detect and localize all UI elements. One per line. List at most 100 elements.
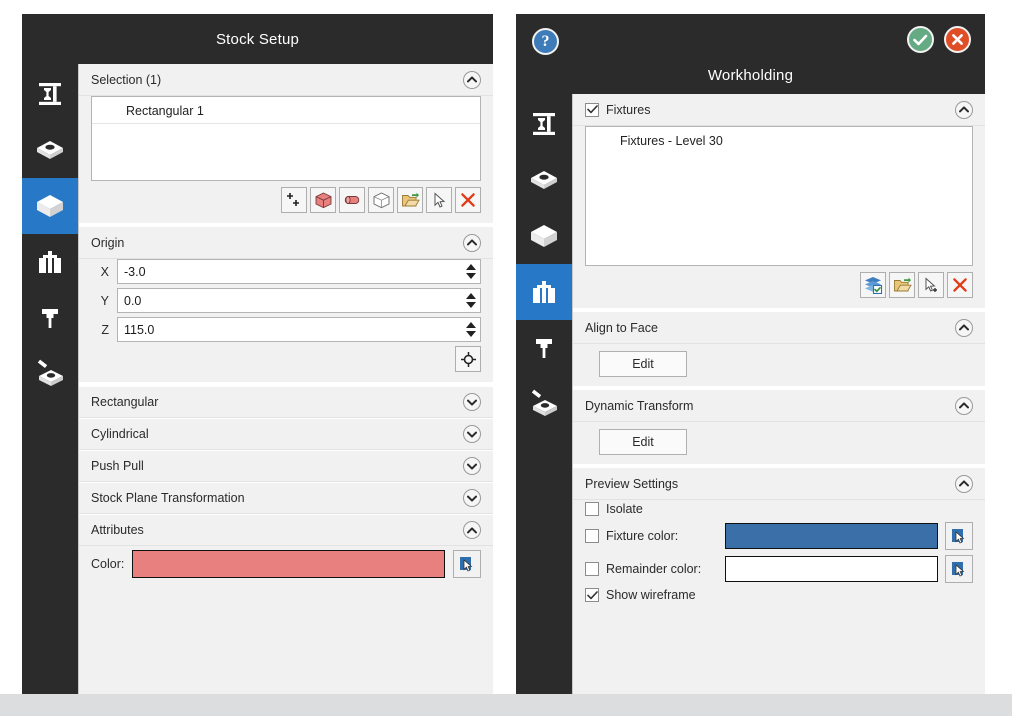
- import-stock-button[interactable]: [397, 187, 423, 213]
- origin-x-stepper[interactable]: [117, 259, 481, 284]
- origin-y-input[interactable]: [118, 289, 480, 312]
- origin-z-row: Z: [91, 317, 481, 342]
- chevron-down-icon[interactable]: [463, 425, 481, 443]
- origin-z-input[interactable]: [118, 318, 480, 341]
- fixture-color-picker-button[interactable]: [945, 522, 973, 550]
- fixtures-checkbox[interactable]: [585, 102, 599, 117]
- section-stock-plane-transformation-title: Stock Plane Transformation: [91, 491, 245, 505]
- chevron-up-icon[interactable]: [463, 233, 481, 252]
- delete-button[interactable]: [947, 272, 973, 298]
- origin-z-stepper[interactable]: [117, 317, 481, 342]
- section-align-to-face-header[interactable]: Align to Face: [573, 312, 985, 344]
- chevron-up-icon[interactable]: [463, 521, 481, 539]
- chevron-up-icon[interactable]: [955, 100, 973, 119]
- origin-z-arrows[interactable]: [466, 318, 476, 341]
- model-icon: [37, 141, 63, 159]
- selection-listbox[interactable]: Rectangular 1: [91, 96, 481, 181]
- chevron-down-icon[interactable]: [463, 489, 481, 507]
- origin-pick-button[interactable]: [455, 346, 481, 372]
- fixture-color-swatch[interactable]: [724, 523, 938, 549]
- align-to-face-edit-button[interactable]: Edit: [599, 351, 687, 377]
- accept-icon[interactable]: [907, 26, 934, 53]
- isolate-checkbox[interactable]: [585, 502, 599, 516]
- section-dynamic-transform-title: Dynamic Transform: [585, 398, 694, 413]
- chevron-down-icon[interactable]: [463, 393, 481, 411]
- section-preview-settings-header[interactable]: Preview Settings: [573, 468, 985, 500]
- section-selection-body: Rectangular 1: [79, 96, 493, 223]
- box-stock-button[interactable]: [310, 187, 336, 213]
- sidebar-item-workholding[interactable]: [22, 234, 78, 290]
- section-origin-body: X Y: [79, 259, 493, 382]
- fixture-color-row: Fixture color:: [585, 522, 973, 550]
- isolate-row: Isolate: [585, 502, 973, 516]
- arrow-down-icon[interactable]: [466, 331, 476, 337]
- left-navigation-rail: [22, 64, 78, 694]
- help-button[interactable]: ?: [532, 28, 559, 55]
- arrow-down-icon[interactable]: [466, 302, 476, 308]
- select-cursor-button[interactable]: [426, 187, 452, 213]
- select-layers-button[interactable]: [860, 272, 886, 298]
- pick-fixture-button[interactable]: [918, 272, 944, 298]
- arrow-down-icon[interactable]: [466, 273, 476, 279]
- arrow-up-icon[interactable]: [466, 322, 476, 328]
- section-fixtures-header[interactable]: Fixtures: [573, 94, 985, 126]
- help-icon[interactable]: ?: [532, 28, 559, 55]
- origin-y-arrows[interactable]: [466, 289, 476, 312]
- chevron-up-icon[interactable]: [463, 70, 481, 89]
- stock-color-swatch[interactable]: [132, 550, 445, 578]
- list-item[interactable]: Rectangular 1: [92, 101, 480, 121]
- section-rectangular-header[interactable]: Rectangular: [79, 386, 493, 418]
- sidebar-item-tool[interactable]: [22, 290, 78, 346]
- section-attributes-header[interactable]: Attributes: [79, 514, 493, 546]
- sidebar-item-workholding[interactable]: [516, 264, 572, 320]
- chevron-down-icon[interactable]: [463, 457, 481, 475]
- fixtures-listbox[interactable]: Fixtures - Level 30: [585, 126, 973, 266]
- list-item[interactable]: Fixtures - Level 30: [586, 131, 972, 151]
- dynamic-transform-edit-button[interactable]: Edit: [599, 429, 687, 455]
- delete-button[interactable]: [455, 187, 481, 213]
- add-icon-button[interactable]: [281, 187, 307, 213]
- remainder-color-picker-button[interactable]: [945, 555, 973, 583]
- section-attributes-title: Attributes: [91, 523, 144, 537]
- origin-x-input[interactable]: [118, 260, 480, 283]
- section-dynamic-transform-header[interactable]: Dynamic Transform: [573, 390, 985, 422]
- sidebar-item-setup[interactable]: [516, 96, 572, 152]
- fixture-color-checkbox[interactable]: [585, 529, 599, 543]
- open-folder-icon: [893, 277, 912, 291]
- arrow-up-icon[interactable]: [466, 264, 476, 270]
- remainder-color-checkbox[interactable]: [585, 562, 599, 576]
- box-stock-icon: [315, 192, 331, 208]
- section-push-pull-header[interactable]: Push Pull: [79, 450, 493, 482]
- tool-icon: [42, 309, 58, 328]
- mesh-stock-button[interactable]: [368, 187, 394, 213]
- chevron-up-icon[interactable]: [955, 318, 973, 337]
- remainder-color-label: Remainder color:: [606, 562, 702, 576]
- section-stock-plane-transformation-header[interactable]: Stock Plane Transformation: [79, 482, 493, 514]
- sidebar-item-setup[interactable]: [22, 66, 78, 122]
- show-wireframe-checkbox[interactable]: [585, 588, 599, 602]
- cancel-icon[interactable]: [944, 26, 971, 53]
- sidebar-item-machining[interactable]: [22, 346, 78, 402]
- section-origin-header[interactable]: Origin: [79, 227, 493, 259]
- section-cylindrical-header[interactable]: Cylindrical: [79, 418, 493, 450]
- stock-icon: [37, 195, 63, 217]
- sidebar-item-model[interactable]: [22, 122, 78, 178]
- section-attributes: Attributes Color:: [79, 514, 493, 588]
- origin-x-arrows[interactable]: [466, 260, 476, 283]
- cylinder-stock-button[interactable]: [339, 187, 365, 213]
- stock-color-picker-button[interactable]: [453, 550, 481, 578]
- chevron-up-icon[interactable]: [955, 396, 973, 415]
- sidebar-item-tool[interactable]: [516, 320, 572, 376]
- show-wireframe-row: Show wireframe: [585, 588, 973, 602]
- workholding-content: Fixtures Fixtures - Level 30 Align to Fa…: [572, 94, 985, 694]
- remainder-color-swatch[interactable]: [724, 556, 938, 582]
- sidebar-item-stock[interactable]: [516, 208, 572, 264]
- origin-y-stepper[interactable]: [117, 288, 481, 313]
- section-selection-header[interactable]: Selection (1): [79, 64, 493, 96]
- sidebar-item-stock[interactable]: [22, 178, 78, 234]
- import-fixture-button[interactable]: [889, 272, 915, 298]
- sidebar-item-machining[interactable]: [516, 376, 572, 432]
- sidebar-item-model[interactable]: [516, 152, 572, 208]
- arrow-up-icon[interactable]: [466, 293, 476, 299]
- chevron-up-icon[interactable]: [955, 474, 973, 493]
